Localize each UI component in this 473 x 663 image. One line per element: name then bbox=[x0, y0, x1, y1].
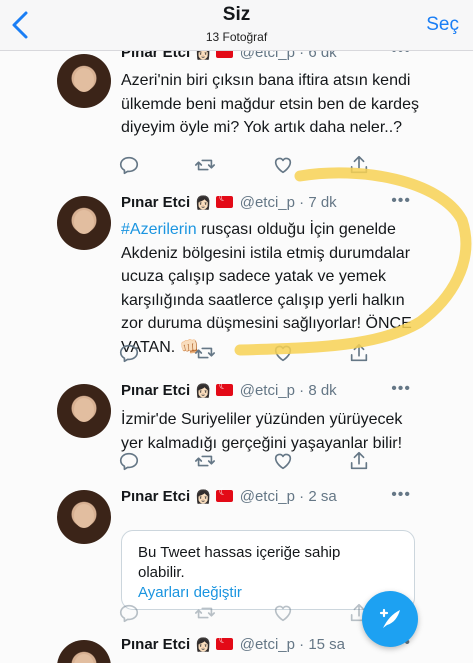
sensitive-warning-text: Bu Tweet hassas içeriğe sahip olabilir. bbox=[138, 544, 341, 581]
woman-emoji-icon: 👩🏻 bbox=[195, 195, 212, 210]
author-handle[interactable]: @etci_p bbox=[240, 488, 295, 505]
tweet-text: #Azerilerin rusçası olduğu İçin genelde … bbox=[121, 218, 421, 359]
tweet-header: Pınar Etci 👩🏻 @etci_p · 7 dk bbox=[121, 193, 337, 211]
author-handle[interactable]: @etci_p bbox=[240, 382, 295, 399]
heart-icon[interactable] bbox=[272, 602, 294, 624]
compose-tweet-icon bbox=[379, 608, 400, 628]
tweet-header: Pınar Etci 👩🏻 @etci_p · 15 sa bbox=[121, 635, 346, 653]
more-options-icon[interactable]: ••• bbox=[391, 486, 411, 504]
tweet-header: Pınar Etci 👩🏻 @etci_p · 8 dk bbox=[121, 381, 337, 399]
page-title: Siz bbox=[222, 4, 251, 25]
heart-icon[interactable] bbox=[272, 342, 294, 364]
reply-icon[interactable] bbox=[118, 154, 140, 176]
reply-icon[interactable] bbox=[118, 450, 140, 472]
heart-icon[interactable] bbox=[272, 450, 294, 472]
navigation-bar: Siz 13 Fotoğraf Seç bbox=[0, 0, 473, 51]
tweet-time: · 8 dk bbox=[299, 382, 337, 399]
author-name: Pınar Etci bbox=[121, 636, 191, 653]
avatar bbox=[57, 490, 111, 544]
turkey-flag-icon bbox=[215, 487, 233, 502]
screenshot-photo: Pınar Etci 👩🏻 @etci_p · 6 dk ••• Azeri'n… bbox=[0, 50, 473, 663]
tweet-actions bbox=[118, 602, 378, 626]
tweet-2[interactable]: Pınar Etci 👩🏻 @etci_p · 7 dk ••• #Azeril… bbox=[0, 184, 473, 373]
author-name: Pınar Etci bbox=[121, 50, 191, 61]
retweet-icon[interactable] bbox=[194, 154, 216, 176]
turkey-flag-icon bbox=[215, 381, 233, 396]
tweet-header: Pınar Etci 👩🏻 @etci_p · 2 sa bbox=[121, 487, 337, 505]
turkey-flag-icon bbox=[215, 635, 233, 650]
change-settings-link[interactable]: Ayarları değiştir bbox=[138, 584, 242, 601]
retweet-icon[interactable] bbox=[194, 342, 216, 364]
avatar bbox=[57, 54, 111, 108]
share-icon[interactable] bbox=[348, 342, 370, 364]
reply-icon[interactable] bbox=[118, 602, 140, 624]
tweet-text: Azeri'nin biri çıksın bana iftira atsın … bbox=[121, 72, 419, 136]
tweet-actions bbox=[118, 342, 378, 366]
retweet-icon[interactable] bbox=[194, 602, 216, 624]
turkey-flag-icon bbox=[215, 50, 233, 58]
author-handle[interactable]: @etci_p bbox=[240, 194, 295, 211]
reply-icon[interactable] bbox=[118, 342, 140, 364]
tweet-text-body: rusçası olduğu İçin genelde Akdeniz bölg… bbox=[121, 221, 412, 356]
tweet-3[interactable]: Pınar Etci 👩🏻 @etci_p · 8 dk ••• İzmir'd… bbox=[0, 372, 473, 479]
photo-count: 13 Fotoğraf bbox=[205, 30, 268, 44]
author-handle[interactable]: @etci_p bbox=[240, 636, 295, 653]
author-handle[interactable]: @etci_p bbox=[240, 50, 295, 61]
select-button[interactable]: Seç bbox=[426, 14, 459, 36]
tweet-time: · 6 dk bbox=[299, 50, 337, 61]
hashtag-link[interactable]: #Azerilerin bbox=[121, 221, 197, 238]
tweet-time: · 2 sa bbox=[299, 488, 337, 505]
avatar bbox=[57, 196, 111, 250]
tweet-actions bbox=[118, 154, 378, 178]
woman-emoji-icon: 👩🏻 bbox=[195, 489, 212, 504]
woman-emoji-icon: 👩🏻 bbox=[195, 383, 212, 398]
avatar bbox=[57, 384, 111, 438]
tweet-header: Pınar Etci 👩🏻 @etci_p · 6 dk bbox=[121, 50, 337, 61]
tweet-actions bbox=[118, 450, 378, 474]
author-name: Pınar Etci bbox=[121, 194, 191, 211]
more-options-icon[interactable]: ••• bbox=[391, 380, 411, 398]
tweet-time: · 15 sa bbox=[299, 636, 346, 653]
more-options-icon[interactable]: ••• bbox=[391, 50, 411, 60]
woman-emoji-icon: 👩🏻 bbox=[195, 50, 212, 60]
heart-icon[interactable] bbox=[272, 154, 294, 176]
retweet-icon[interactable] bbox=[194, 450, 216, 472]
tweet-1[interactable]: Pınar Etci 👩🏻 @etci_p · 6 dk ••• Azeri'n… bbox=[0, 50, 473, 185]
turkey-flag-icon bbox=[215, 193, 233, 208]
author-name: Pınar Etci bbox=[121, 382, 191, 399]
tweet-time: · 7 dk bbox=[299, 194, 337, 211]
avatar bbox=[57, 640, 111, 663]
share-icon[interactable] bbox=[348, 450, 370, 472]
more-options-icon[interactable]: ••• bbox=[391, 192, 411, 210]
tweet-text: İzmir'de Suriyeliler yüzünden yürüyecek … bbox=[121, 411, 403, 452]
author-name: Pınar Etci bbox=[121, 488, 191, 505]
woman-emoji-icon: 👩🏻 bbox=[195, 637, 212, 652]
share-icon[interactable] bbox=[348, 154, 370, 176]
compose-tweet-button[interactable] bbox=[362, 591, 418, 647]
